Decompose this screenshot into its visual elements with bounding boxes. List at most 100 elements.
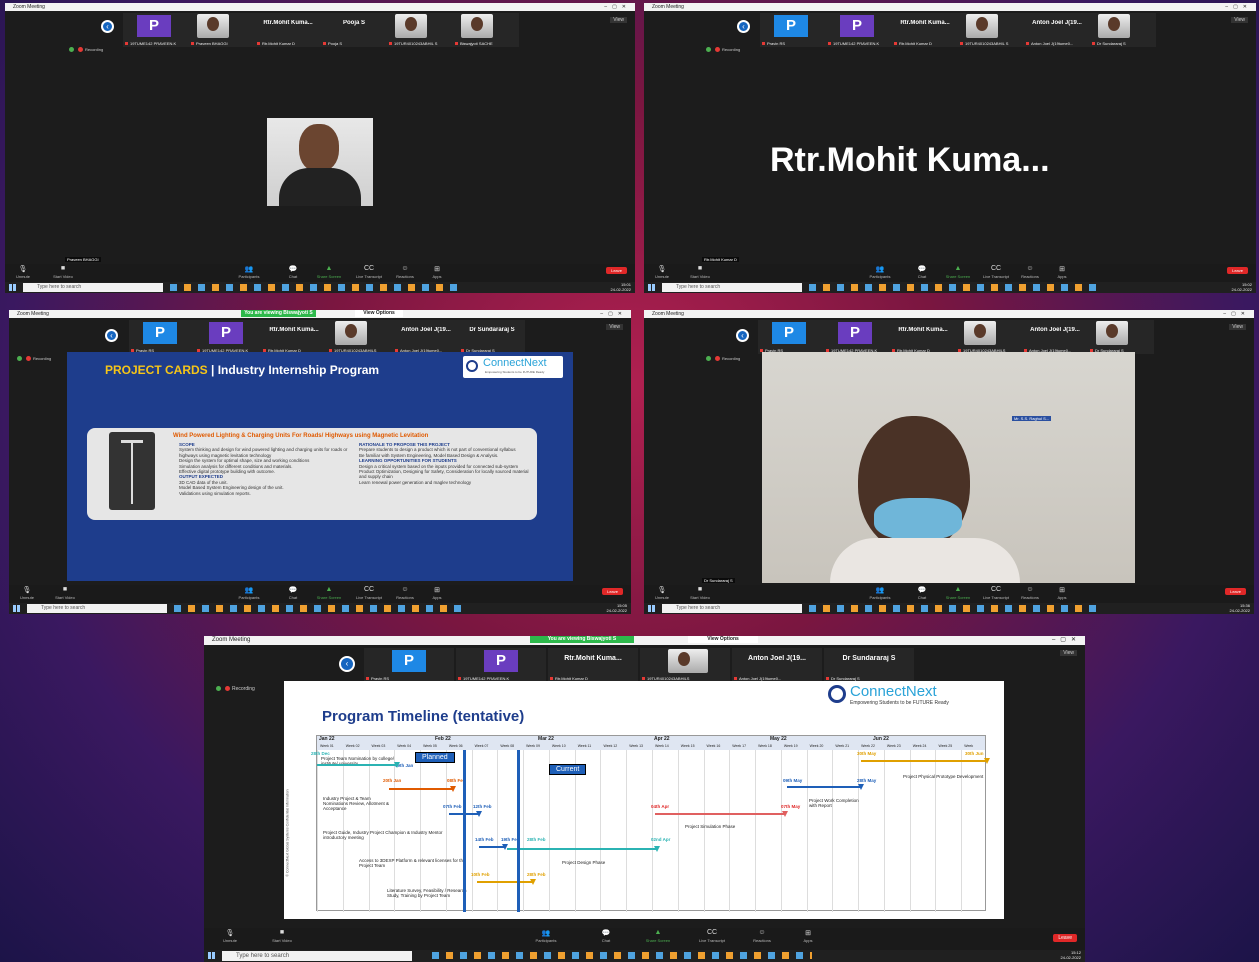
back-arrow-icon[interactable]: ‹ [339,656,355,672]
taskbar-search[interactable]: Type here to search [222,951,412,961]
start-video-button[interactable]: ■ Start Video [686,265,714,279]
leave-button[interactable]: Leave [1225,588,1246,595]
participant-tile[interactable]: P Pravin RS [758,320,824,354]
participant-tile[interactable]: P Pravin RS [760,13,826,47]
live-transcript-button[interactable]: CC Live Transcript [982,265,1010,279]
unmute-button[interactable]: 🎙 Unmute [9,265,37,279]
back-arrow-icon[interactable]: ‹ [101,20,114,33]
participants-button[interactable]: 👥 Participants [532,929,560,943]
window-controls[interactable]: ‒▢✕ [600,310,627,318]
taskbar-search[interactable]: Type here to search [23,283,163,292]
live-transcript-button[interactable]: CC Live Transcript [698,929,726,943]
participant-tile[interactable]: P 19TUME142 PRAVEEN.K [195,320,261,354]
windows-start-icon[interactable] [208,952,215,959]
chat-button[interactable]: 💬 Chat [908,265,936,279]
unmute-button[interactable]: 🎙 Unmute [216,929,244,943]
participant-tile[interactable]: 19TUR4010243ABHILS [640,648,730,682]
participant-tile[interactable]: Pooja S Pooja S [321,13,387,47]
windows-start-icon[interactable] [13,605,20,612]
windows-start-icon[interactable] [9,284,16,291]
view-button[interactable]: View [1231,17,1248,23]
reactions-button[interactable]: ☺ Reactions [1016,265,1044,279]
share-screen-button[interactable]: ▲ Share Screen [644,929,672,943]
participant-tile[interactable]: 19TUR4010243ABHILS [327,320,393,354]
participant-tile[interactable]: P Pravin RS [129,320,195,354]
back-arrow-icon[interactable]: ‹ [737,20,750,33]
apps-button[interactable]: ⊞ Apps [423,265,451,279]
participant-tile[interactable]: 19TUR4010243ABHIL S [387,13,453,47]
participant-tile[interactable]: P 19TUME142 PRAVEEN.K [456,648,546,682]
taskbar-search[interactable]: Type here to search [662,283,802,292]
live-transcript-button[interactable]: CC Live Transcript [982,586,1010,600]
taskbar-app-icons[interactable] [809,605,1099,612]
window-controls[interactable]: ‒▢✕ [604,3,631,11]
taskbar-app-icons[interactable] [809,284,1099,291]
live-transcript-button[interactable]: CC Live Transcript [355,586,383,600]
start-video-button[interactable]: ■ Start Video [49,265,77,279]
participant-tile[interactable]: 19TUR4010243ABHIL S [958,13,1024,47]
share-screen-button[interactable]: ▲ Share Screen [944,586,972,600]
unmute-button[interactable]: 🎙 Unmute [13,586,41,600]
participants-button[interactable]: 👥 Participants [235,586,263,600]
participants-button[interactable]: 👥 Participants [866,265,894,279]
share-screen-button[interactable]: ▲ Share Screen [944,265,972,279]
apps-button[interactable]: ⊞ Apps [1048,265,1076,279]
view-options-button[interactable]: View Options [688,636,758,643]
window-controls[interactable]: ‒▢✕ [1052,636,1081,645]
participant-tile[interactable]: Dr Sundararaj S Dr Sundararaj S [459,320,525,354]
live-transcript-button[interactable]: CC Live Transcript [355,265,383,279]
participant-tile[interactable]: Praveen BHAGGI [189,13,255,47]
participant-tile[interactable]: Dr Sundararaj S [1090,13,1156,47]
reactions-button[interactable]: ☺ Reactions [748,929,776,943]
unmute-button[interactable]: 🎙 Unmute [648,265,676,279]
start-video-button[interactable]: ■ Start Video [268,929,296,943]
apps-button[interactable]: ⊞ Apps [1048,586,1076,600]
participant-tile[interactable]: P 19TUME142 PRAVEEN.K [824,320,890,354]
windows-start-icon[interactable] [648,605,655,612]
participant-tile[interactable]: P 19TUME142 PRAVEEN.K [123,13,189,47]
participant-tile[interactable]: Dr Sundararaj S [1088,320,1154,354]
apps-button[interactable]: ⊞ Apps [794,929,822,943]
taskbar-app-icons[interactable] [170,284,460,291]
participant-tile[interactable]: Anton Joel J(19... Anton Joel J(19tume0..… [1022,320,1088,354]
reactions-button[interactable]: ☺ Reactions [391,265,419,279]
taskbar-search[interactable]: Type here to search [27,604,167,613]
view-options-button[interactable]: View Options [355,310,403,317]
reactions-button[interactable]: ☺ Reactions [391,586,419,600]
leave-button[interactable]: Leave [602,588,623,595]
back-arrow-icon[interactable]: ‹ [736,329,749,342]
view-button[interactable]: View [610,17,627,23]
leave-button[interactable]: Leave [606,267,627,274]
participant-tile[interactable]: 19TUR4010243ABHILS [956,320,1022,354]
chat-button[interactable]: 💬 Chat [279,265,307,279]
taskbar-search[interactable]: Type here to search [662,604,802,613]
share-screen-button[interactable]: ▲ Share Screen [315,265,343,279]
reactions-button[interactable]: ☺ Reactions [1016,586,1044,600]
participant-tile[interactable]: Biswajyoti SACHE [453,13,519,47]
chat-button[interactable]: 💬 Chat [279,586,307,600]
participants-button[interactable]: 👥 Participants [235,265,263,279]
participant-tile[interactable]: Rtr.Mohit Kuma... Rtr.Mohit Kumar D [548,648,638,682]
window-controls[interactable]: ‒▢✕ [1223,310,1250,318]
participant-tile[interactable]: Rtr.Mohit Kuma... Rtr.Mohit Kumar D [892,13,958,47]
view-button[interactable]: View [1229,324,1246,330]
start-video-button[interactable]: ■ Start Video [51,586,79,600]
apps-button[interactable]: ⊞ Apps [423,586,451,600]
participant-tile[interactable]: Anton Joel J(19... Anton Joel J(19tume0..… [393,320,459,354]
participant-tile[interactable]: Anton Joel J(19... Anton Joel J(19tume0..… [732,648,822,682]
share-screen-button[interactable]: ▲ Share Screen [315,586,343,600]
participant-tile[interactable]: Rtr.Mohit Kuma... Rtr.Mohit Kumar D [261,320,327,354]
participant-tile[interactable]: Rtr.Mohit Kuma... Rtr.Mohit Kumar D [255,13,321,47]
start-video-button[interactable]: ■ Start Video [686,586,714,600]
taskbar-app-icons[interactable] [432,952,812,959]
participants-button[interactable]: 👥 Participants [866,586,894,600]
view-button[interactable]: View [1060,650,1077,656]
leave-button[interactable]: Leave [1227,267,1248,274]
participant-tile[interactable]: Rtr.Mohit Kuma... Rtr.Mohit Kumar D [890,320,956,354]
taskbar-app-icons[interactable] [174,605,464,612]
participant-tile[interactable]: P Pravin RS [364,648,454,682]
back-arrow-icon[interactable]: ‹ [105,329,118,342]
windows-start-icon[interactable] [648,284,655,291]
participant-tile[interactable]: P 19TUME142 PRAVEEN.K [826,13,892,47]
chat-button[interactable]: 💬 Chat [592,929,620,943]
